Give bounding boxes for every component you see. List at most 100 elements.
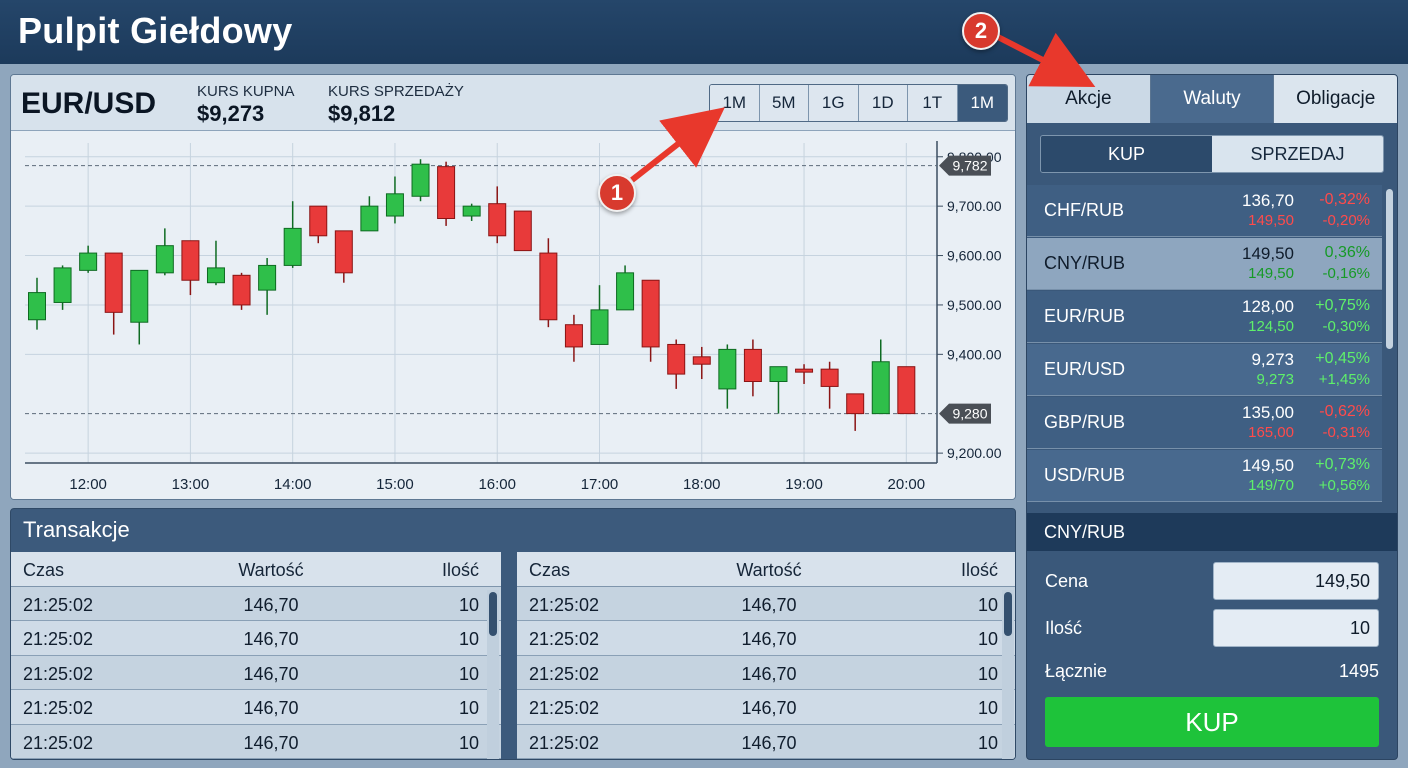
table-row[interactable]: 21:25:02 146,70 10 (517, 587, 1015, 622)
candle-body (232, 274, 251, 306)
table-header: Czas Wartość Ilość (11, 552, 501, 587)
cell-time: 21:25:02 (529, 698, 600, 719)
market-tabs: Akcje Waluty Obligacje (1027, 75, 1397, 123)
cell-quantity: 10 (977, 595, 998, 615)
scrollbar-thumb[interactable] (1386, 189, 1393, 349)
timeframe-1g[interactable]: 1G (809, 85, 859, 121)
timeframe-1d[interactable]: 1D (858, 85, 908, 121)
candle-body (488, 203, 507, 237)
candle-body (462, 205, 481, 217)
candle-body (564, 324, 583, 348)
candle-body (360, 205, 379, 232)
pair-change-secondary: +1,45% (1318, 371, 1370, 388)
total-label: Łącznie (1045, 661, 1108, 681)
price-input[interactable] (1213, 562, 1379, 600)
price-line-label: 9,280 (952, 406, 987, 422)
market-side-panel: Akcje Waluty Obligacje KUP SPRZEDAJ CHF/… (1026, 74, 1398, 760)
timeframe-1m[interactable]: 1M (710, 85, 760, 121)
candle-body (53, 267, 72, 303)
chart-svg: 12:00 13:00 14:00 15:00 16:00 17:00 18:00 19:00… (25, 141, 1002, 493)
buy-rate-value: $9,273 (197, 101, 265, 126)
column-time: Czas (23, 560, 65, 580)
column-value: Wartość (736, 560, 802, 580)
candle-body (590, 309, 609, 345)
x-tick-label: 18:00 (683, 476, 721, 493)
cell-value: 146,70 (741, 663, 797, 684)
pair-change-secondary: -0,16% (1322, 265, 1370, 282)
candle-body (692, 356, 711, 365)
candle-body (258, 264, 277, 291)
candle-body (155, 245, 174, 274)
cell-value: 146,70 (741, 732, 797, 753)
table-row[interactable]: 21:25:02 146,70 10 (11, 587, 501, 622)
tab-waluty[interactable]: Waluty (1150, 75, 1275, 123)
total-value: 1495 (1338, 661, 1379, 681)
currency-pair-row[interactable]: CNY/RUB 149,50 149,50 0,36% -0,16% (1027, 238, 1382, 290)
pair-change-secondary: -0,30% (1322, 318, 1370, 335)
x-tick-label: 16:00 (478, 476, 516, 493)
timeframe-1m-month[interactable]: 1M (957, 85, 1007, 121)
table-row[interactable]: 21:25:02 146,70 10 (11, 724, 501, 759)
currency-pair-row[interactable]: EUR/RUB 128,00 124,50 +0,75% -0,30% (1027, 291, 1382, 343)
tab-akcje[interactable]: Akcje (1027, 75, 1151, 123)
order-header: CNY/RUB (1027, 513, 1397, 551)
scrollbar-thumb[interactable] (489, 592, 497, 636)
candle-body (743, 348, 762, 382)
cell-value: 146,70 (243, 732, 299, 753)
y-tick-label: 9,600.00 (947, 248, 1002, 264)
scrollbar-thumb[interactable] (1004, 592, 1012, 636)
cell-time: 21:25:02 (23, 595, 94, 615)
table-row[interactable]: 21:25:02 146,70 10 (517, 621, 1015, 656)
pair-name: EUR/USD (1044, 359, 1126, 379)
x-tick-label: 12:00 (69, 476, 107, 493)
transactions-title: Transakcje (23, 517, 130, 542)
buy-button[interactable]: KUP (1045, 697, 1379, 747)
pair-price-secondary: 149,50 (1248, 212, 1294, 229)
tab-obligacje[interactable]: Obligacje (1274, 75, 1397, 123)
toggle-sell[interactable]: SPRZEDAJ (1212, 136, 1383, 172)
pair-change: +0,73% (1315, 456, 1370, 473)
cell-value: 146,70 (741, 698, 797, 719)
candlestick-chart[interactable]: 12:00 13:00 14:00 15:00 16:00 17:00 18:00 19:00… (11, 131, 1015, 499)
pair-name: USD/RUB (1044, 465, 1126, 485)
currency-pair-row[interactable]: GBP/RUB 135,00 165,00 -0,62% -0,31% (1027, 397, 1382, 449)
scrollbar[interactable] (487, 590, 499, 759)
cell-value: 146,70 (243, 698, 299, 719)
toggle-buy[interactable]: KUP (1041, 136, 1212, 172)
table-row[interactable]: 21:25:02 146,70 10 (517, 690, 1015, 725)
annotation-marker-1: 1 (598, 174, 636, 212)
scrollbar[interactable] (1384, 185, 1397, 511)
transactions-table-left: Czas Wartość Ilość 21:25:02 146,70 10 21:25… (11, 552, 501, 759)
column-value: Wartość (238, 560, 304, 580)
quantity-input[interactable] (1213, 609, 1379, 647)
timeframe-5m[interactable]: 5M (759, 85, 809, 121)
cell-value: 146,70 (741, 595, 797, 615)
y-tick-label: 9,700.00 (947, 198, 1002, 214)
pair-change: -0,62% (1319, 403, 1370, 420)
cell-time: 21:25:02 (529, 732, 600, 753)
currency-pair-row[interactable]: EUR/USD 9,273 9,273 +0,45% +1,45% (1027, 344, 1382, 396)
candle-body (539, 252, 558, 321)
candle-body (871, 361, 890, 415)
candle-body (309, 205, 328, 237)
currency-pair-row[interactable]: CHF/RUB 136,70 149,50 -0,32% -0,20% (1027, 185, 1382, 237)
candle-body (641, 279, 660, 348)
timeframe-1t[interactable]: 1T (908, 85, 958, 121)
table-row[interactable]: 21:25:02 146,70 10 (11, 655, 501, 691)
pair-change-secondary: +0,56% (1318, 477, 1370, 494)
timeframe-selector: 1M 5M 1G 1D 1T 1M (709, 84, 1008, 122)
pair-price: 9,273 (1251, 350, 1294, 369)
pair-name: CHF/RUB (1044, 200, 1124, 220)
candle-body (437, 166, 456, 219)
table-row[interactable]: 21:25:02 146,70 10 (11, 690, 501, 725)
pair-change-secondary: -0,31% (1322, 424, 1370, 441)
cell-quantity: 10 (458, 595, 479, 615)
x-tick-label: 15:00 (376, 476, 414, 493)
table-row[interactable]: 21:25:02 146,70 10 (517, 724, 1015, 759)
candle-body (616, 272, 635, 311)
table-row[interactable]: 21:25:02 146,70 10 (11, 621, 501, 656)
x-tick-label: 14:00 (274, 476, 312, 493)
currency-pair-row[interactable]: USD/RUB 149,50 149/70 +0,73% +0,56% (1027, 450, 1382, 502)
table-row[interactable]: 21:25:02 146,70 10 (517, 655, 1015, 691)
scrollbar[interactable] (1002, 590, 1014, 759)
